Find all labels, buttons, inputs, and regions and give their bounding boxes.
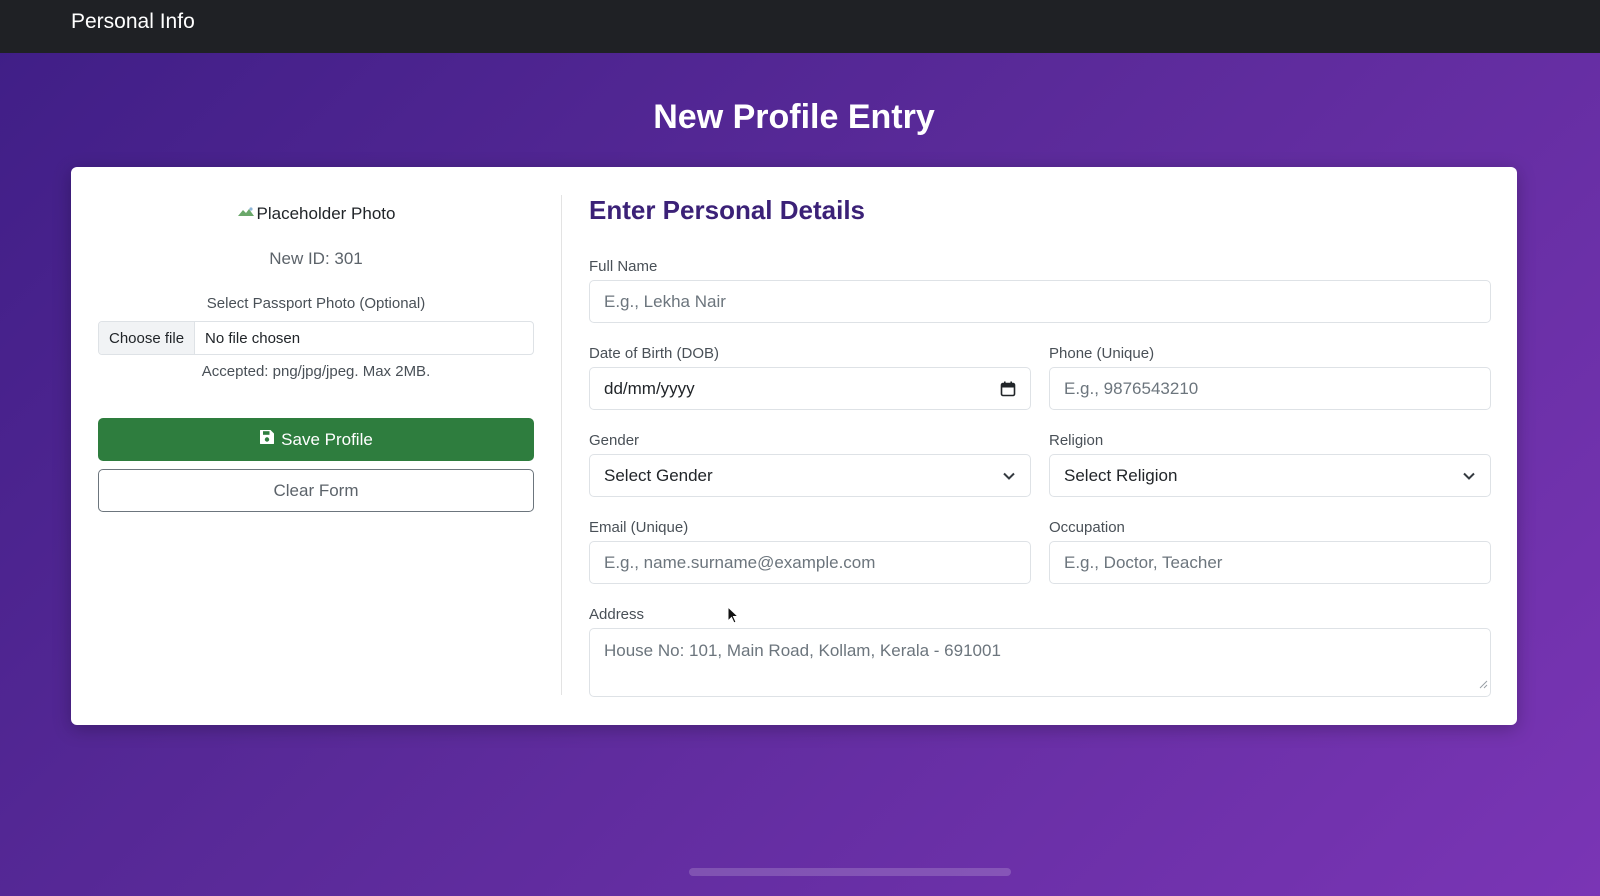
resize-grip-icon[interactable] — [1479, 674, 1488, 694]
placeholder-photo: Placeholder Photo — [71, 203, 561, 224]
file-status: No file chosen — [205, 329, 301, 347]
occupation-label: Occupation — [1049, 519, 1125, 536]
dob-input[interactable]: dd/mm/yyyy — [589, 367, 1031, 410]
religion-selected: Select Religion — [1064, 465, 1178, 485]
passport-photo-label: Select Passport Photo (Optional) — [206, 295, 426, 312]
navbar-brand[interactable]: Personal Info — [71, 10, 195, 34]
mouse-cursor-icon — [727, 605, 740, 629]
accepted-formats-note: Accepted: png/jpg/jpeg. Max 2MB. — [201, 363, 431, 380]
occupation-group: Occupation E.g., Doctor, Teacher — [1049, 519, 1491, 584]
address-placeholder: House No: 101, Main Road, Kollam, Kerala… — [604, 641, 1001, 660]
email-input[interactable]: E.g., name.surname@example.com — [589, 541, 1031, 584]
top-navbar: Personal Info — [0, 0, 1600, 53]
phone-placeholder: E.g., 9876543210 — [1064, 378, 1199, 398]
dob-value: dd/mm/yyyy — [604, 378, 695, 398]
calendar-icon[interactable] — [1000, 381, 1016, 397]
choose-file-button[interactable]: Choose file — [99, 322, 196, 354]
phone-label: Phone (Unique) — [1049, 345, 1155, 362]
religion-select[interactable]: Select Religion — [1049, 454, 1491, 497]
occupation-placeholder: E.g., Doctor, Teacher — [1064, 552, 1223, 572]
email-group: Email (Unique) E.g., name.surname@exampl… — [589, 519, 1031, 584]
column-divider — [561, 195, 562, 695]
religion-group: Religion Select Religion — [1049, 432, 1491, 497]
full-name-label: Full Name — [589, 258, 658, 275]
save-profile-label: Save Profile — [281, 429, 373, 449]
gender-label: Gender — [589, 432, 640, 449]
save-profile-button[interactable]: Save Profile — [98, 418, 534, 461]
clear-form-button[interactable]: Clear Form — [98, 469, 534, 512]
religion-label: Religion — [1049, 432, 1104, 449]
full-name-group: Full Name E.g., Lekha Nair — [589, 258, 1491, 323]
dob-label: Date of Birth (DOB) — [589, 345, 720, 362]
full-name-placeholder: E.g., Lekha Nair — [604, 291, 726, 311]
new-id: New ID: 301 — [269, 249, 363, 268]
address-textarea[interactable]: House No: 101, Main Road, Kollam, Kerala… — [589, 628, 1491, 697]
email-label: Email (Unique) — [589, 519, 689, 536]
passport-photo-file-input[interactable]: Choose file No file chosen — [98, 321, 534, 355]
email-placeholder: E.g., name.surname@example.com — [604, 552, 876, 572]
gender-select[interactable]: Select Gender — [589, 454, 1031, 497]
placeholder-photo-alt: Placeholder Photo — [256, 204, 396, 223]
phone-input[interactable]: E.g., 9876543210 — [1049, 367, 1491, 410]
full-name-input[interactable]: E.g., Lekha Nair — [589, 280, 1491, 323]
broken-image-icon — [237, 203, 255, 216]
gender-selected: Select Gender — [604, 465, 713, 485]
occupation-input[interactable]: E.g., Doctor, Teacher — [1049, 541, 1491, 584]
photo-panel: Placeholder Photo New ID: 301 Select Pas… — [71, 167, 561, 725]
profile-card: Placeholder Photo New ID: 301 Select Pas… — [71, 167, 1517, 725]
page-title: New Profile Entry — [653, 98, 935, 136]
scroll-indicator — [689, 868, 1011, 876]
dob-group: Date of Birth (DOB) dd/mm/yyyy — [589, 345, 1031, 410]
chevron-down-icon — [1462, 469, 1476, 483]
chevron-down-icon — [1002, 469, 1016, 483]
phone-group: Phone (Unique) E.g., 9876543210 — [1049, 345, 1491, 410]
address-label: Address — [589, 606, 645, 623]
floppy-disk-icon — [259, 429, 281, 450]
section-title: Enter Personal Details — [589, 195, 865, 225]
address-group: Address House No: 101, Main Road, Kollam… — [589, 606, 1491, 697]
gender-group: Gender Select Gender — [589, 432, 1031, 497]
